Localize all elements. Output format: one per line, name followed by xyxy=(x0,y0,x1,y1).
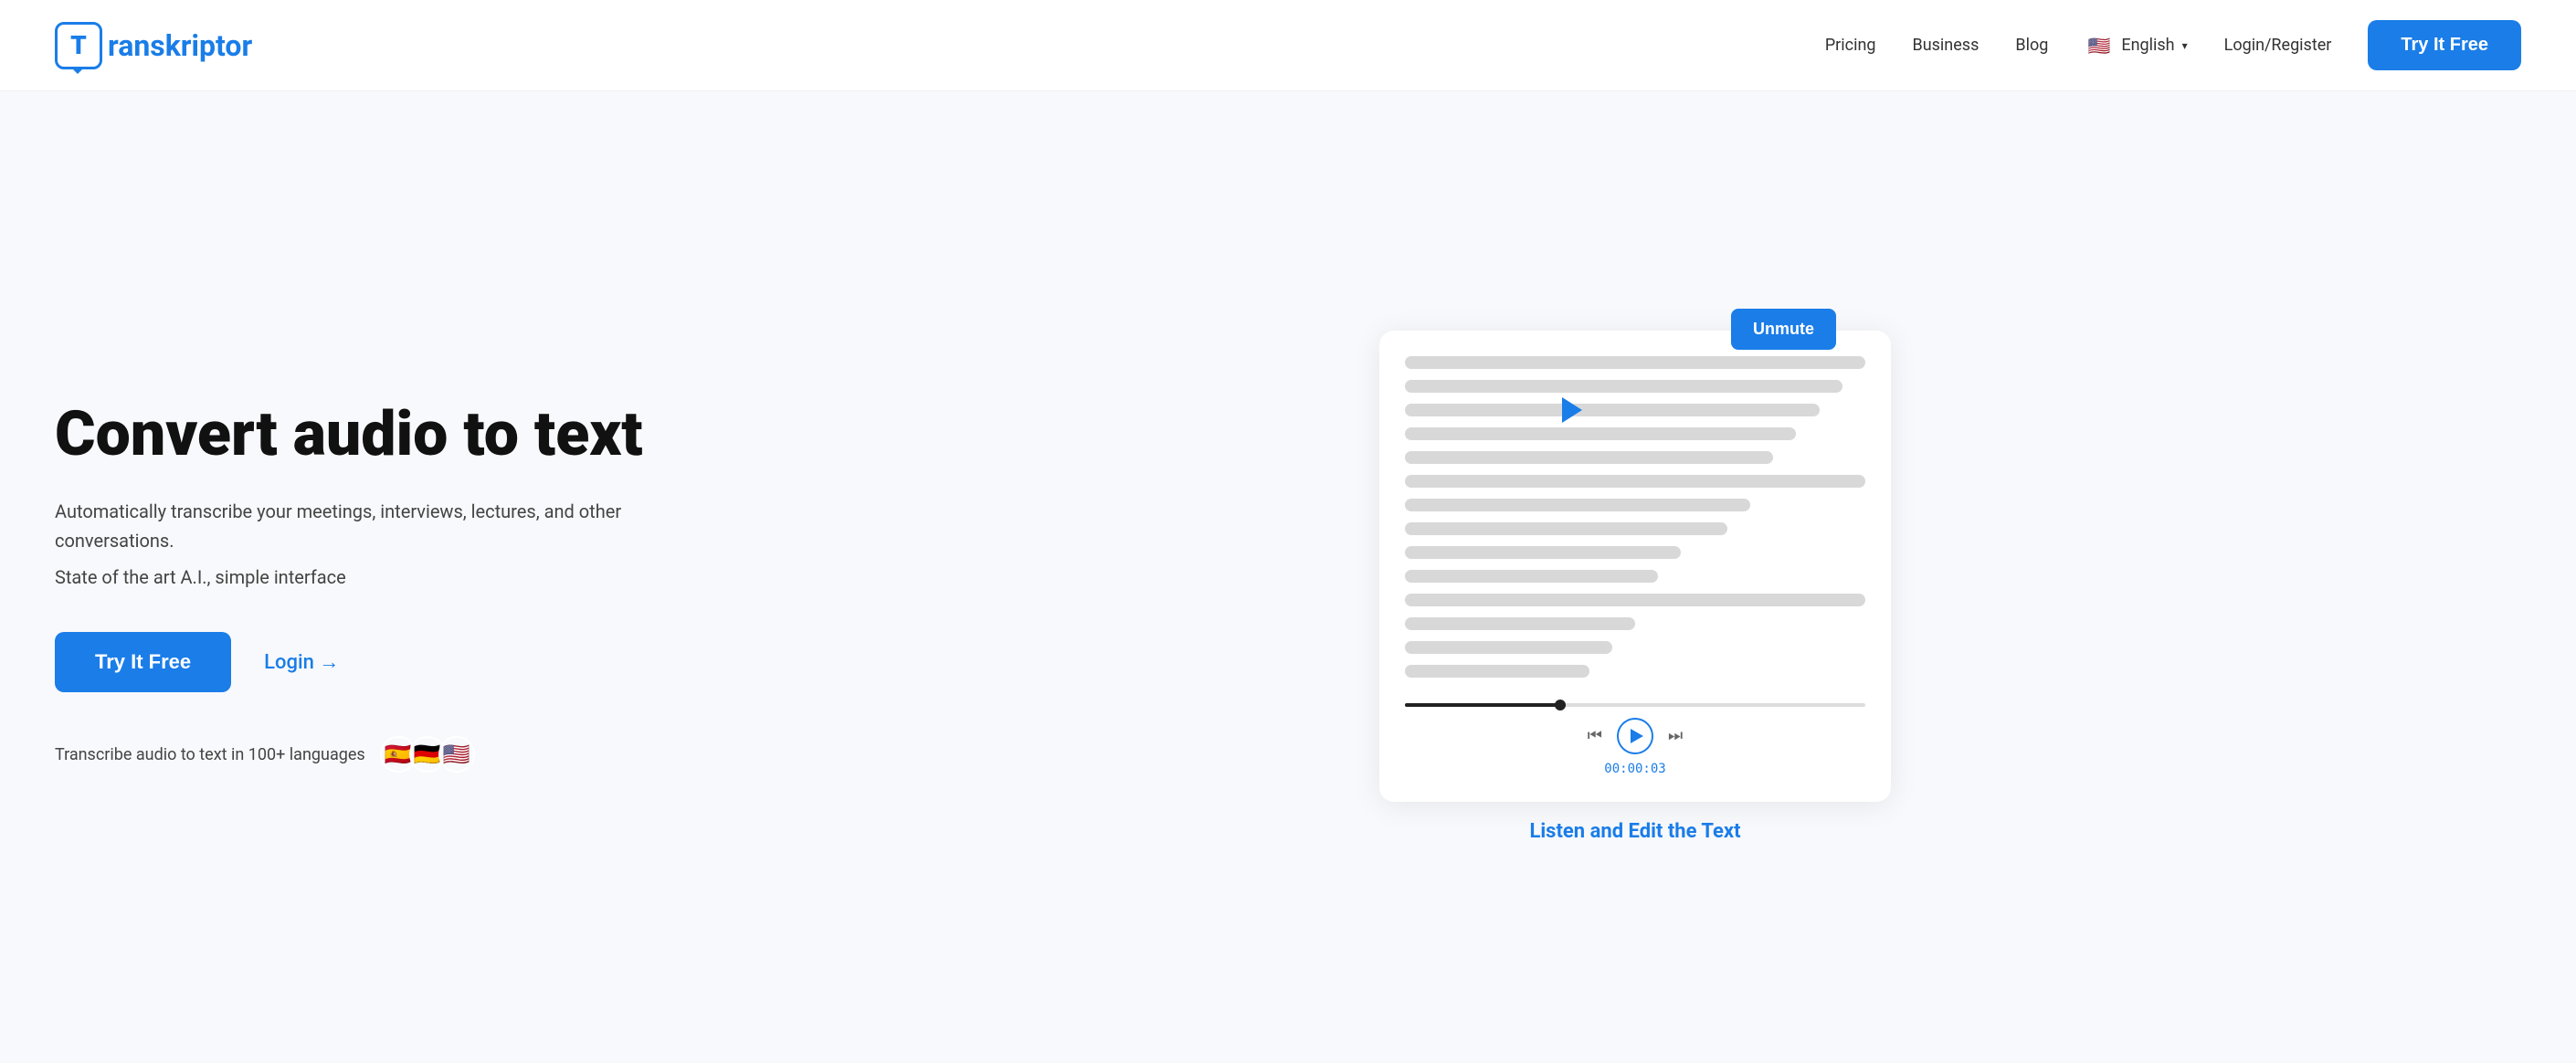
hero-actions: Try It Free Login → xyxy=(55,632,694,692)
hero-subtitle: State of the art A.I., simple interface xyxy=(55,566,694,588)
nav-login-register[interactable]: Login/Register xyxy=(2224,36,2332,55)
text-line-8 xyxy=(1405,522,1727,535)
text-line-11 xyxy=(1405,594,1865,606)
us-flag-icon-small: 🇺🇸 xyxy=(438,736,475,773)
progress-fill xyxy=(1405,703,1566,707)
progress-dot xyxy=(1555,700,1566,710)
hero-right-content: Unmute xyxy=(749,331,2521,843)
player-card: ⏮ ⏭ 00:00:03 xyxy=(1379,331,1891,802)
hero-try-free-button[interactable]: Try It Free xyxy=(55,632,231,692)
play-button[interactable] xyxy=(1617,718,1653,754)
logo-letter: T xyxy=(70,30,87,60)
progress-bar-area[interactable] xyxy=(1405,703,1865,707)
progress-track[interactable] xyxy=(1405,703,1865,707)
chevron-down-icon: ▾ xyxy=(2182,39,2188,52)
listen-edit-link[interactable]: Listen and Edit the Text xyxy=(1379,820,1891,843)
time-display: 00:00:03 xyxy=(1604,762,1665,776)
hero-title: Convert audio to text xyxy=(55,400,694,468)
player-card-wrapper: Unmute xyxy=(1379,331,1891,843)
play-icon xyxy=(1631,729,1643,743)
control-buttons: ⏮ ⏭ xyxy=(1588,718,1683,754)
text-line-14 xyxy=(1405,665,1589,678)
text-line-5 xyxy=(1405,451,1773,464)
logo-icon: T xyxy=(55,22,102,69)
fast-forward-button[interactable]: ⏭ xyxy=(1668,726,1683,745)
nav-pricing[interactable]: Pricing xyxy=(1825,36,1876,55)
text-line-9 xyxy=(1405,546,1681,559)
unmute-button[interactable]: Unmute xyxy=(1731,309,1836,350)
text-line-13 xyxy=(1405,641,1612,654)
text-line-6 xyxy=(1405,475,1865,488)
rewind-button[interactable]: ⏮ xyxy=(1588,726,1602,745)
nav-blog[interactable]: Blog xyxy=(2015,36,2048,55)
logo-text: ranskriptor xyxy=(108,28,252,63)
hero-login-link[interactable]: Login → xyxy=(264,650,339,674)
language-selector[interactable]: 🇺🇸 English ▾ xyxy=(2085,31,2187,60)
play-position-indicator xyxy=(1562,397,1582,423)
logo[interactable]: T ranskriptor xyxy=(55,22,252,69)
text-line-12 xyxy=(1405,617,1635,630)
header: T ranskriptor Pricing Business Blog 🇺🇸 E… xyxy=(0,0,2576,91)
text-line-7 xyxy=(1405,499,1750,511)
header-try-free-button[interactable]: Try It Free xyxy=(2368,20,2521,70)
transcript-text-lines xyxy=(1405,356,1865,678)
text-line-10 xyxy=(1405,570,1658,583)
language-label: English xyxy=(2121,36,2174,55)
playback-controls: ⏮ ⏭ 00:00:03 xyxy=(1405,703,1865,776)
hero-section: Convert audio to text Automatically tran… xyxy=(0,91,2576,1063)
main-nav: Pricing Business Blog 🇺🇸 English ▾ Login… xyxy=(1825,20,2521,70)
text-line-3 xyxy=(1405,404,1820,416)
nav-business[interactable]: Business xyxy=(1913,36,1980,55)
text-line-1 xyxy=(1405,356,1865,369)
hero-left-content: Convert audio to text Automatically tran… xyxy=(55,400,694,774)
text-line-4 xyxy=(1405,427,1796,440)
language-flags: 🇪🇸 🇩🇪 🇺🇸 xyxy=(380,736,475,773)
lang-row-text: Transcribe audio to text in 100+ languag… xyxy=(55,745,365,764)
hero-description: Automatically transcribe your meetings, … xyxy=(55,497,694,555)
text-line-2 xyxy=(1405,380,1842,393)
language-row: Transcribe audio to text in 100+ languag… xyxy=(55,736,694,773)
us-flag-icon: 🇺🇸 xyxy=(2085,31,2114,60)
